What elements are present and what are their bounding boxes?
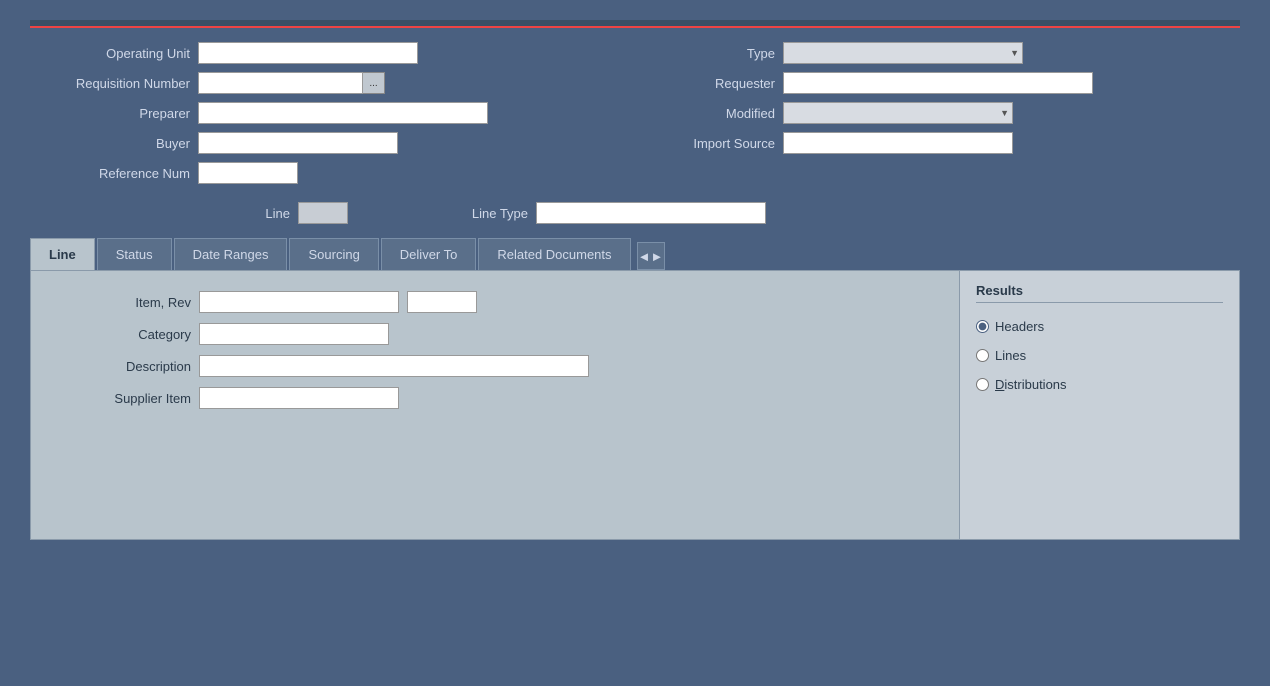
category-input[interactable] [199,323,389,345]
line-label: Line [30,206,290,221]
tab-sourcing[interactable]: Sourcing [289,238,378,270]
left-form: Operating Unit Requisition Number ... Pr… [30,42,615,184]
preparer-label: Preparer [30,106,190,121]
type-row: Type Purchase Internal ▼ [655,42,1240,64]
modified-select-wrapper: Yes No [783,102,1013,124]
radio-distributions-input[interactable] [976,378,989,391]
tab-date-ranges[interactable]: Date Ranges [174,238,288,270]
tab-line-label: Line [49,247,76,262]
category-row: Category [61,323,929,345]
line-right: Line Type [408,202,766,224]
modified-label: Modified [655,106,775,121]
preparer-row: Preparer [30,102,615,124]
operating-unit-row: Operating Unit [30,42,615,64]
description-row: Description [61,355,929,377]
line-type-input[interactable] [536,202,766,224]
tab-related-documents-label: Related Documents [497,247,611,262]
operating-unit-input[interactable] [198,42,418,64]
supplier-item-label: Supplier Item [61,391,191,406]
requisition-number-row: Requisition Number ... [30,72,615,94]
line-type-label: Line Type [408,206,528,221]
tab-status-label: Status [116,247,153,262]
reference-num-row: Reference Num [30,162,615,184]
results-panel: Results Headers Lines Distributions [960,270,1240,540]
reference-num-label: Reference Num [30,166,190,181]
requester-row: Requester [655,72,1240,94]
item-input[interactable] [199,291,399,313]
distributions-rest: istributions [1004,377,1066,392]
requester-input[interactable] [783,72,1093,94]
type-label: Type [655,46,775,61]
tab-deliver-to-label: Deliver To [400,247,458,262]
item-rev-label: Item, Rev [61,295,191,310]
tab-content-wrapper: Item, Rev Category Description Supplier … [30,270,1240,540]
tab-arrow-icon: ◄► [638,249,664,264]
main-container: Operating Unit Requisition Number ... Pr… [0,0,1270,686]
type-select[interactable]: Purchase Internal [783,42,1023,64]
radio-headers-input[interactable] [976,320,989,333]
requisition-number-input[interactable] [198,72,363,94]
line-tab-form: Item, Rev Category Description Supplier … [61,291,929,409]
req-num-wrapper: ... [198,72,385,94]
radio-lines-input[interactable] [976,349,989,362]
tab-date-ranges-label: Date Ranges [193,247,269,262]
top-bar [30,20,1240,28]
tab-content-line: Item, Rev Category Description Supplier … [30,270,960,540]
tab-deliver-to[interactable]: Deliver To [381,238,477,270]
line-left: Line [30,202,348,224]
supplier-item-input[interactable] [199,387,399,409]
tab-arrow-button[interactable]: ◄► [637,242,665,270]
buyer-label: Buyer [30,136,190,151]
tabs-row: Line Status Date Ranges Sourcing Deliver… [30,238,1240,270]
radio-headers-label: Headers [995,319,1044,334]
description-input[interactable] [199,355,589,377]
line-input[interactable] [298,202,348,224]
tab-status[interactable]: Status [97,238,172,270]
type-select-wrapper: Purchase Internal [783,42,1023,64]
description-label: Description [61,359,191,374]
preparer-input[interactable] [198,102,488,124]
right-form: Type Purchase Internal ▼ Requester Modif… [655,42,1240,184]
radio-distributions-label: Distributions [995,377,1067,392]
results-title: Results [976,283,1223,303]
item-rev-row: Item, Rev [61,291,929,313]
supplier-item-row: Supplier Item [61,387,929,409]
radio-lines[interactable]: Lines [976,348,1223,363]
requisition-number-label: Requisition Number [30,76,190,91]
operating-unit-label: Operating Unit [30,46,190,61]
tab-related-documents[interactable]: Related Documents [478,238,630,270]
buyer-input[interactable] [198,132,398,154]
top-form: Operating Unit Requisition Number ... Pr… [30,42,1240,184]
radio-group: Headers Lines Distributions [976,319,1223,392]
radio-headers[interactable]: Headers [976,319,1223,334]
line-row: Line Line Type [30,202,1240,224]
requester-label: Requester [655,76,775,91]
import-source-row: Import Source [655,132,1240,154]
radio-lines-label: Lines [995,348,1026,363]
distributions-d-underline: D [995,377,1004,392]
reference-num-input[interactable] [198,162,298,184]
rev-input[interactable] [407,291,477,313]
category-label: Category [61,327,191,342]
browse-button[interactable]: ... [363,72,385,94]
import-source-input[interactable] [783,132,1013,154]
radio-distributions[interactable]: Distributions [976,377,1223,392]
import-source-label: Import Source [655,136,775,151]
modified-select[interactable]: Yes No [783,102,1013,124]
modified-row: Modified Yes No ▼ [655,102,1240,124]
tab-line[interactable]: Line [30,238,95,270]
tab-sourcing-label: Sourcing [308,247,359,262]
buyer-row: Buyer [30,132,615,154]
